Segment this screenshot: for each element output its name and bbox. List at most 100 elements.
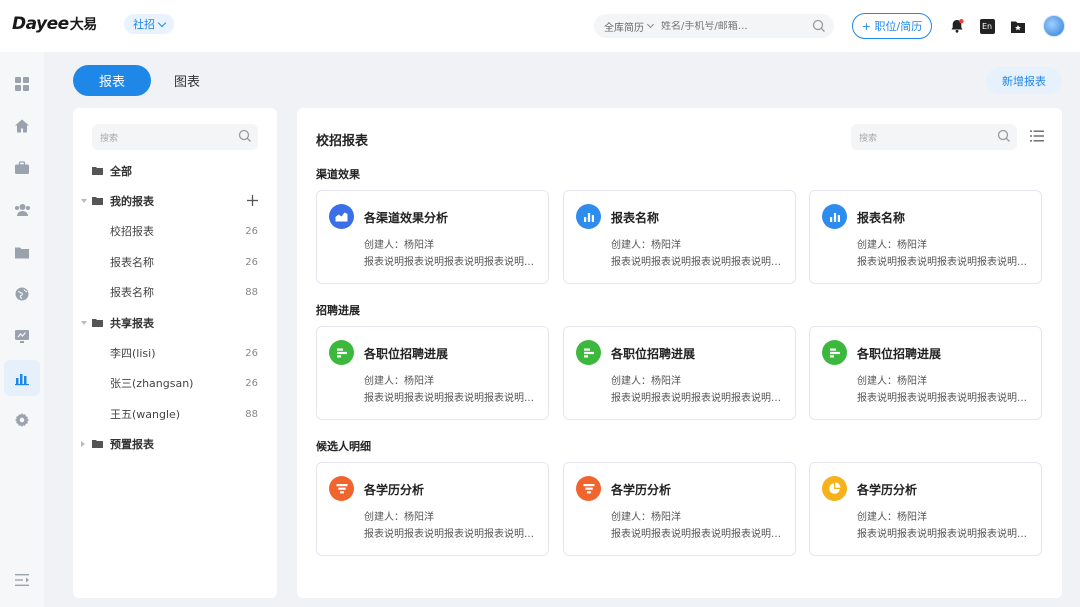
mode-label: 社招: [133, 18, 155, 31]
report-card-description: 报表说明报表说明报表说明报表说明报表说明: [857, 393, 1033, 404]
notification-bell-icon[interactable]: [948, 17, 966, 35]
tree-item-my-report[interactable]: 报表名称 26: [73, 251, 277, 273]
tab-chart[interactable]: 图表: [163, 65, 211, 96]
report-card-creator: 创建人：杨阳洋: [857, 376, 927, 387]
tree-item-my-report[interactable]: 报表名称 88: [73, 281, 277, 303]
horizontal-bar-icon: [329, 340, 354, 365]
search-scope-dropdown[interactable]: 全库简历: [604, 19, 655, 34]
section-title: 招聘进展: [316, 304, 360, 317]
tree-item-count: 26: [245, 256, 258, 268]
language-badge: En: [979, 18, 995, 34]
tab-report[interactable]: 报表: [73, 65, 151, 96]
folder-icon[interactable]: [4, 234, 40, 270]
logo[interactable]: Dayee大易: [12, 14, 97, 34]
search-scope-label: 全库简历: [604, 22, 644, 34]
caret-down-icon[interactable]: [81, 199, 87, 203]
settings-gear-icon[interactable]: [4, 402, 40, 438]
logo-cn: 大易: [69, 17, 98, 33]
report-search-input[interactable]: 搜索: [851, 124, 1017, 150]
bar-chart-icon: [576, 204, 601, 229]
tree-item-label: 李四(lisi): [110, 347, 156, 360]
search-icon[interactable]: [238, 129, 252, 143]
globe-icon[interactable]: [4, 276, 40, 312]
tree-item-label: 张三(zhangsan): [110, 377, 194, 390]
report-card[interactable]: 各渠道效果分析创建人：杨阳洋报表说明报表说明报表说明报表说明报表说明: [316, 190, 549, 284]
caret-down-icon[interactable]: [81, 321, 87, 325]
new-report-button[interactable]: 新增报表: [986, 67, 1062, 94]
report-card-title: 各渠道效果分析: [364, 211, 449, 225]
add-plus-icon[interactable]: [246, 194, 259, 207]
tree-item-label: 王五(wangle): [110, 408, 181, 421]
global-search-input[interactable]: [661, 20, 801, 32]
report-card-description: 报表说明报表说明报表说明报表说明报表说明: [857, 529, 1033, 540]
horizontal-bar-icon: [576, 340, 601, 365]
folder-icon: [92, 440, 103, 448]
home-icon[interactable]: [4, 108, 40, 144]
report-card-title: 各职位招聘进展: [364, 347, 449, 361]
tree-item-label: 共享报表: [110, 317, 154, 330]
section-title: 渠道效果: [316, 168, 360, 181]
report-card-description: 报表说明报表说明报表说明报表说明报表说明: [611, 529, 787, 540]
report-search-placeholder: 搜索: [859, 134, 878, 144]
report-card-description: 报表说明报表说明报表说明报表说明报表说明: [611, 393, 787, 404]
tree-search-input[interactable]: 搜索: [92, 124, 258, 150]
list-view-icon[interactable]: [1030, 130, 1044, 142]
report-card-description: 报表说明报表说明报表说明报表说明报表说明: [857, 257, 1033, 268]
report-card[interactable]: 报表名称创建人：杨阳洋报表说明报表说明报表说明报表说明报表说明: [809, 190, 1042, 284]
dashboard-icon[interactable]: [4, 66, 40, 102]
language-switch-icon[interactable]: En: [978, 17, 996, 35]
report-card-title: 报表名称: [611, 211, 660, 225]
tree-item-shared-reports[interactable]: 共享报表: [73, 312, 277, 334]
top-bar: Dayee大易 社招 全库简历 + 职位/简历 En: [0, 0, 1080, 52]
briefcase-icon[interactable]: [4, 150, 40, 186]
search-icon[interactable]: [812, 19, 826, 33]
tree-item-shared-user[interactable]: 王五(wangle) 88: [73, 403, 277, 425]
report-card[interactable]: 报表名称创建人：杨阳洋报表说明报表说明报表说明报表说明报表说明: [563, 190, 796, 284]
folder-open-icon: [92, 197, 103, 205]
report-card-title: 各学历分析: [364, 483, 425, 497]
tree-item-label: 预置报表: [110, 438, 154, 451]
report-card[interactable]: 各学历分析创建人：杨阳洋报表说明报表说明报表说明报表说明报表说明: [563, 462, 796, 556]
user-avatar[interactable]: [1043, 15, 1065, 37]
tree-item-label: 校招报表: [110, 225, 154, 238]
page-title: 校招报表: [316, 134, 369, 149]
chevron-down-icon: [157, 18, 167, 27]
report-card-creator: 创建人：杨阳洋: [857, 512, 927, 523]
caret-right-icon[interactable]: [81, 441, 85, 447]
tree-item-shared-user[interactable]: 李四(lisi) 26: [73, 342, 277, 364]
area-chart-icon: [329, 204, 354, 229]
tree-item-shared-user[interactable]: 张三(zhangsan) 26: [73, 372, 277, 394]
favorites-folder-icon[interactable]: [1009, 17, 1027, 35]
report-list-panel: 校招报表 搜索 渠道效果 各渠道效果分析 创建人：杨阳洋 报表说明报表说明报表说明报表…: [297, 108, 1062, 598]
tree-item-label: 报表名称: [110, 286, 154, 299]
collapse-menu-icon[interactable]: [4, 562, 40, 598]
report-card-title: 各职位招聘进展: [857, 347, 942, 361]
search-icon[interactable]: [997, 129, 1011, 143]
report-card[interactable]: 各职位招聘进展创建人：杨阳洋报表说明报表说明报表说明报表说明报表说明: [563, 326, 796, 420]
bar-chart-icon: [822, 204, 847, 229]
pie-chart-icon: [822, 476, 847, 501]
folder-open-icon: [92, 167, 103, 175]
report-card[interactable]: 各职位招聘进展创建人：杨阳洋报表说明报表说明报表说明报表说明报表说明: [809, 326, 1042, 420]
tree-item-label: 全部: [110, 165, 132, 178]
add-job-resume-button[interactable]: + 职位/简历: [852, 13, 932, 39]
reports-bar-chart-icon[interactable]: [4, 360, 40, 396]
report-card[interactable]: 各学历分析创建人：杨阳洋报表说明报表说明报表说明报表说明报表说明: [316, 462, 549, 556]
report-card-creator: 创建人：杨阳洋: [611, 240, 681, 251]
tree-item-all[interactable]: 全部: [73, 160, 277, 182]
section-title: 候选人明细: [316, 440, 371, 453]
tree-item-preset-reports[interactable]: 预置报表: [73, 433, 277, 455]
report-card-creator: 创建人：杨阳洋: [364, 376, 434, 387]
tree-item-my-report[interactable]: 校招报表 26: [73, 220, 277, 242]
tree-item-my-reports[interactable]: 我的报表: [73, 190, 277, 212]
report-card[interactable]: 各学历分析创建人：杨阳洋报表说明报表说明报表说明报表说明报表说明: [809, 462, 1042, 556]
report-card[interactable]: 各职位招聘进展创建人：杨阳洋报表说明报表说明报表说明报表说明报表说明: [316, 326, 549, 420]
people-icon[interactable]: [4, 192, 40, 228]
horizontal-bar-icon: [822, 340, 847, 365]
mode-selector[interactable]: 社招: [124, 14, 174, 34]
tree-item-label: 我的报表: [110, 195, 154, 208]
report-card-title: 各学历分析: [857, 483, 918, 497]
tree-item-count: 88: [245, 408, 258, 420]
logo-brand: Dayee: [12, 14, 69, 34]
monitor-chart-icon[interactable]: [4, 318, 40, 354]
